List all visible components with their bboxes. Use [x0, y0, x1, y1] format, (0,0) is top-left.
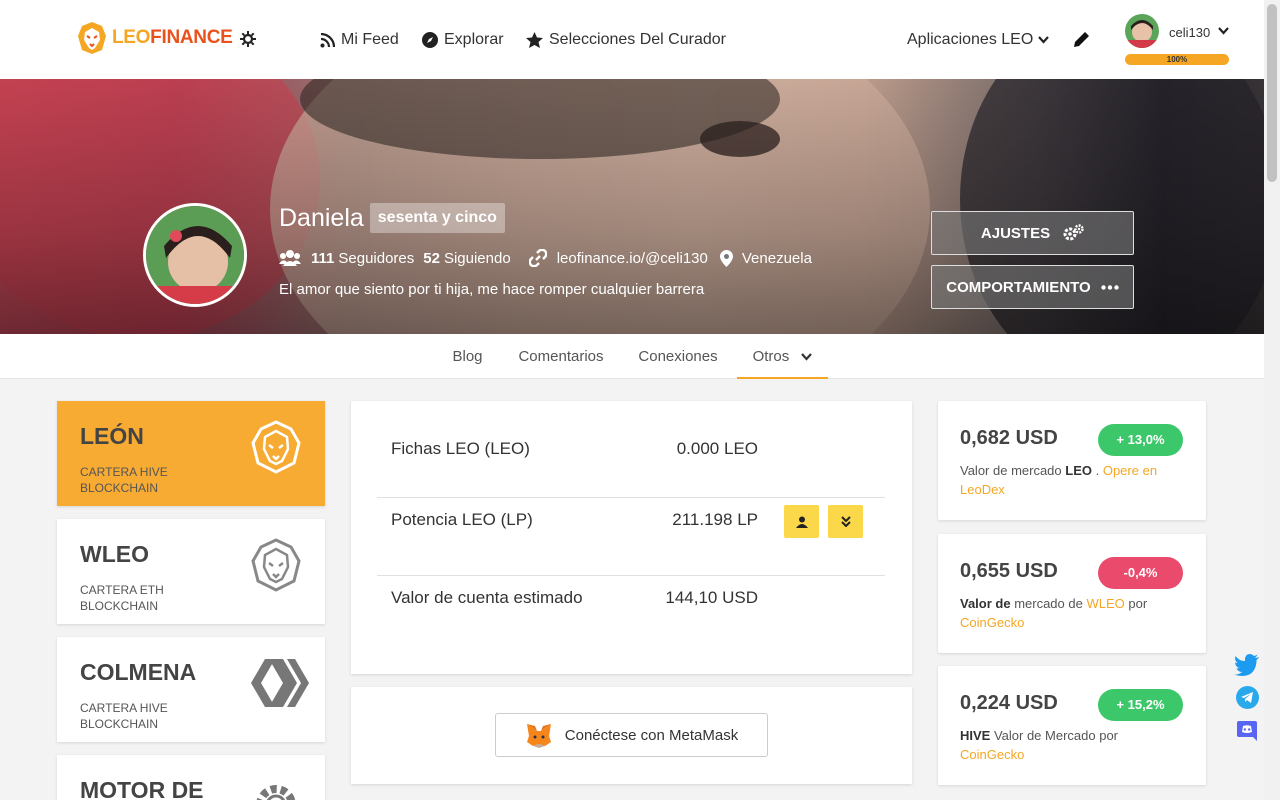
leofinance-logo[interactable]: LEOFINANCE [76, 20, 233, 56]
voting-power-bar: 100% [1125, 54, 1229, 65]
leo-power-label: Potencia LEO (LP) [391, 510, 533, 529]
power-down-button[interactable] [828, 505, 863, 538]
profile-website-link[interactable]: leofinance.io/@celi130 [557, 250, 708, 267]
rss-icon [320, 32, 335, 47]
hive-price: 0,224 USD [960, 692, 1058, 714]
following-label[interactable]: Siguiendo [444, 250, 511, 267]
wleo-price-change: -0,4% [1098, 557, 1183, 589]
hive-price-card: 0,224 USD + 15,2% HIVE Valor de Mercado … [938, 666, 1206, 785]
following-count[interactable]: 52 [423, 250, 440, 267]
coingecko-link[interactable]: CoinGecko [960, 615, 1024, 630]
settings-button[interactable]: AJUSTES [931, 211, 1134, 255]
ellipsis-icon [1101, 284, 1119, 290]
metamask-card: Conéctese con MetaMask [351, 687, 912, 784]
leo-tokens-value: 0.000 LEO [676, 439, 758, 458]
coingecko-link[interactable]: CoinGecko [960, 747, 1024, 762]
leo-price-card: 0,682 USD + 13,0% Valor de mercado LEO .… [938, 401, 1206, 520]
reputation-badge: sesenta y cinco [369, 203, 505, 233]
logo-leo: LEO [112, 27, 151, 48]
star-icon [526, 32, 543, 48]
hive-price-change: + 15,2% [1098, 689, 1183, 721]
gears-icon [1063, 224, 1084, 241]
wleo-price: 0,655 USD [960, 560, 1058, 582]
page-scrollbar[interactable] [1264, 0, 1280, 800]
delegate-button[interactable] [784, 505, 819, 538]
chevron-down-icon [1218, 27, 1229, 35]
create-post-icon[interactable] [1073, 31, 1090, 53]
scroll-thumb[interactable] [1267, 4, 1277, 182]
leo-price-change: + 13,0% [1098, 424, 1183, 456]
nav-explore[interactable]: Explorar [422, 31, 504, 49]
tab-comments[interactable]: Comentarios [505, 334, 617, 379]
compass-icon [422, 32, 438, 48]
wallet-card-wleo[interactable]: WLEO CARTERA ETH BLOCKCHAIN [57, 519, 325, 624]
map-marker-icon [719, 249, 733, 267]
wallet-card-leo[interactable]: LEÓN CARTERA HIVE BLOCKCHAIN [57, 401, 325, 506]
metamask-fox-icon [526, 724, 551, 748]
wallet-card-engine[interactable]: MOTOR DE [57, 755, 325, 800]
wleo-price-card: 0,655 USD -0,4% Valor de mercado de WLEO… [938, 534, 1206, 653]
tab-blog[interactable]: Blog [435, 334, 500, 379]
leo-power-value: 211.198 LP [672, 510, 758, 529]
hive-icon [251, 659, 309, 707]
link-icon [528, 249, 547, 267]
twitter-icon[interactable] [1234, 654, 1260, 681]
telegram-icon[interactable] [1236, 686, 1259, 714]
chevron-down-icon [1038, 36, 1050, 44]
lion-icon [251, 538, 301, 592]
wallet-card-hive[interactable]: COLMENA CARTERA HIVE BLOCKCHAIN [57, 637, 325, 742]
double-chevron-down-icon [840, 516, 851, 527]
lion-logo-icon [78, 22, 106, 54]
nav-my-feed[interactable]: Mi Feed [320, 31, 399, 49]
apps-dropdown[interactable]: Aplicaciones LEO [907, 31, 1050, 49]
wleo-link[interactable]: WLEO [1086, 596, 1124, 611]
wallet-balances: Fichas LEO (LEO) 0.000 LEO Potencia LEO … [351, 401, 912, 674]
profile-cover: Daniela sesenta y cinco 111 Seguidores 52… [0, 79, 1264, 334]
profile-avatar [143, 203, 247, 307]
behavior-button[interactable]: COMPORTAMIENTO [931, 265, 1134, 309]
followers-count[interactable]: 111 [311, 250, 334, 267]
user-icon [795, 516, 808, 528]
username: celi130 [1169, 25, 1211, 40]
leo-price: 0,682 USD [960, 427, 1058, 449]
nav-curator-picks[interactable]: Selecciones Del Curador [526, 31, 726, 49]
user-avatar [1125, 14, 1159, 48]
discord-icon[interactable] [1236, 719, 1258, 746]
users-icon [279, 250, 301, 266]
lion-icon [251, 420, 301, 474]
gear-icon [256, 785, 296, 800]
followers-label[interactable]: Seguidores [338, 250, 414, 267]
profile-location: Venezuela [741, 249, 812, 267]
tab-connections[interactable]: Conexiones [622, 334, 734, 379]
logo-finance: FINANCE [150, 27, 233, 48]
estimated-value: 144,10 USD [665, 588, 758, 607]
profile-tabs: Blog Comentarios Conexiones Otros [0, 334, 1264, 379]
tab-others[interactable]: Otros [737, 334, 828, 379]
leo-tokens-label: Fichas LEO (LEO) [391, 439, 530, 458]
connect-metamask-button[interactable]: Conéctese con MetaMask [495, 713, 768, 757]
top-navbar: LEOFINANCE Mi Feed Explorar Selecciones … [0, 0, 1264, 79]
estimated-value-label: Valor de cuenta estimado [391, 588, 583, 607]
chevron-down-icon [801, 353, 813, 361]
profile-about: El amor que siento por ti hija, me hace … [279, 281, 705, 298]
profile-name: Daniela [279, 203, 364, 232]
theme-toggle-icon[interactable] [240, 31, 256, 52]
